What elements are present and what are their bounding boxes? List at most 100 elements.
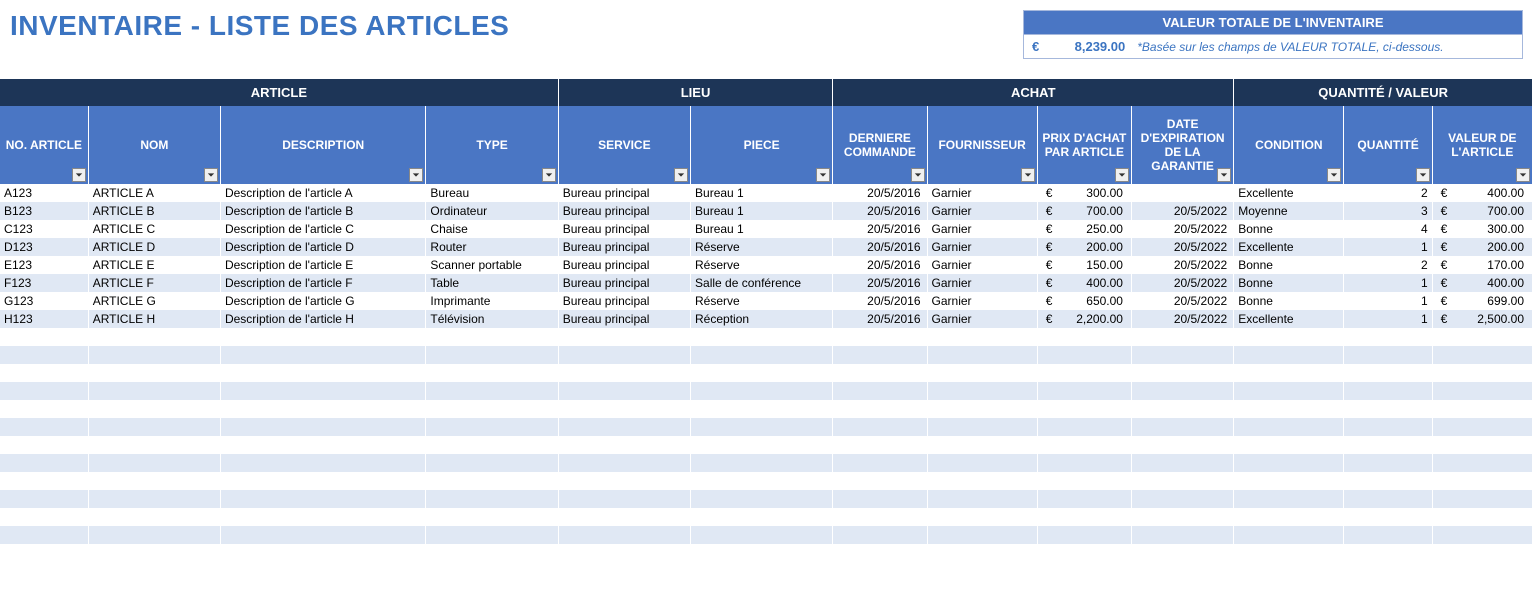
cell[interactable]: [1344, 508, 1432, 526]
cell[interactable]: Réserve: [691, 256, 833, 274]
table-row[interactable]: D123ARTICLE DDescription de l'article DR…: [0, 238, 1533, 256]
cell[interactable]: Description de l'article C: [220, 220, 425, 238]
table-row[interactable]: E123ARTICLE EDescription de l'article ES…: [0, 256, 1533, 274]
cell[interactable]: [220, 364, 425, 382]
cell[interactable]: [927, 328, 1037, 346]
cell[interactable]: ARTICLE G: [88, 292, 220, 310]
cell[interactable]: €650.00: [1037, 292, 1131, 310]
cell[interactable]: 20/5/2022: [1131, 220, 1233, 238]
col-fournisseur[interactable]: FOURNISSEUR: [927, 106, 1037, 184]
filter-dropdown-icon[interactable]: [1115, 168, 1129, 182]
cell[interactable]: ARTICLE B: [88, 202, 220, 220]
cell[interactable]: [1234, 346, 1344, 364]
cell[interactable]: H123: [0, 310, 88, 328]
cell[interactable]: [691, 346, 833, 364]
col-valeur[interactable]: VALEUR DE L'ARTICLE: [1432, 106, 1532, 184]
cell[interactable]: [1037, 400, 1131, 418]
cell[interactable]: [558, 490, 690, 508]
cell[interactable]: [1432, 418, 1532, 436]
cell[interactable]: [0, 346, 88, 364]
cell[interactable]: [1131, 436, 1233, 454]
cell[interactable]: Bureau principal: [558, 274, 690, 292]
cell[interactable]: [927, 490, 1037, 508]
cell[interactable]: [1037, 328, 1131, 346]
cell[interactable]: [1131, 346, 1233, 364]
table-row[interactable]: H123ARTICLE HDescription de l'article HT…: [0, 310, 1533, 328]
cell[interactable]: [1131, 526, 1233, 544]
cell[interactable]: Bureau principal: [558, 220, 690, 238]
cell[interactable]: Moyenne: [1234, 202, 1344, 220]
cell[interactable]: Description de l'article G: [220, 292, 425, 310]
cell[interactable]: [1432, 400, 1532, 418]
cell[interactable]: €400.00: [1432, 274, 1532, 292]
cell[interactable]: [691, 508, 833, 526]
cell[interactable]: [1131, 184, 1233, 202]
cell[interactable]: Imprimante: [426, 292, 558, 310]
table-row[interactable]: [0, 328, 1533, 346]
cell[interactable]: [691, 436, 833, 454]
cell[interactable]: [1037, 508, 1131, 526]
cell[interactable]: [1234, 436, 1344, 454]
cell[interactable]: [833, 364, 927, 382]
cell[interactable]: [426, 346, 558, 364]
table-row[interactable]: [0, 364, 1533, 382]
cell[interactable]: G123: [0, 292, 88, 310]
cell[interactable]: Description de l'article A: [220, 184, 425, 202]
cell[interactable]: [220, 490, 425, 508]
filter-dropdown-icon[interactable]: [1416, 168, 1430, 182]
cell[interactable]: [1131, 418, 1233, 436]
cell[interactable]: €699.00: [1432, 292, 1532, 310]
cell[interactable]: Table: [426, 274, 558, 292]
cell[interactable]: [1432, 526, 1532, 544]
cell[interactable]: [833, 436, 927, 454]
cell[interactable]: [426, 472, 558, 490]
cell[interactable]: [927, 472, 1037, 490]
cell[interactable]: [88, 382, 220, 400]
table-row[interactable]: [0, 490, 1533, 508]
cell[interactable]: [426, 328, 558, 346]
cell[interactable]: [426, 526, 558, 544]
cell[interactable]: [1344, 400, 1432, 418]
cell[interactable]: [1234, 328, 1344, 346]
cell[interactable]: Bureau 1: [691, 184, 833, 202]
cell[interactable]: 1: [1344, 274, 1432, 292]
cell[interactable]: [833, 400, 927, 418]
cell[interactable]: [558, 346, 690, 364]
cell[interactable]: [1037, 454, 1131, 472]
table-row[interactable]: F123ARTICLE FDescription de l'article FT…: [0, 274, 1533, 292]
cell[interactable]: Description de l'article B: [220, 202, 425, 220]
table-row[interactable]: [0, 454, 1533, 472]
cell[interactable]: [0, 328, 88, 346]
cell[interactable]: €400.00: [1432, 184, 1532, 202]
cell[interactable]: 1: [1344, 238, 1432, 256]
cell[interactable]: 20/5/2022: [1131, 310, 1233, 328]
cell[interactable]: [0, 454, 88, 472]
cell[interactable]: [0, 472, 88, 490]
cell[interactable]: 1: [1344, 292, 1432, 310]
cell[interactable]: [426, 508, 558, 526]
cell[interactable]: [1037, 490, 1131, 508]
cell[interactable]: [833, 418, 927, 436]
cell[interactable]: [1432, 382, 1532, 400]
col-condition[interactable]: CONDITION: [1234, 106, 1344, 184]
cell[interactable]: [426, 490, 558, 508]
table-row[interactable]: G123ARTICLE GDescription de l'article GI…: [0, 292, 1533, 310]
filter-dropdown-icon[interactable]: [542, 168, 556, 182]
cell[interactable]: [1037, 382, 1131, 400]
cell[interactable]: F123: [0, 274, 88, 292]
table-row[interactable]: C123ARTICLE CDescription de l'article CC…: [0, 220, 1533, 238]
cell[interactable]: [1131, 382, 1233, 400]
cell[interactable]: [1432, 436, 1532, 454]
cell[interactable]: 20/5/2022: [1131, 238, 1233, 256]
cell[interactable]: Garnier: [927, 274, 1037, 292]
table-row[interactable]: A123ARTICLE ADescription de l'article AB…: [0, 184, 1533, 202]
cell[interactable]: [558, 400, 690, 418]
cell[interactable]: [1234, 418, 1344, 436]
col-service[interactable]: SERVICE: [558, 106, 690, 184]
cell[interactable]: 2: [1344, 184, 1432, 202]
cell[interactable]: [1234, 382, 1344, 400]
cell[interactable]: 2: [1344, 256, 1432, 274]
cell[interactable]: [1234, 454, 1344, 472]
cell[interactable]: 20/5/2016: [833, 310, 927, 328]
cell[interactable]: [220, 418, 425, 436]
